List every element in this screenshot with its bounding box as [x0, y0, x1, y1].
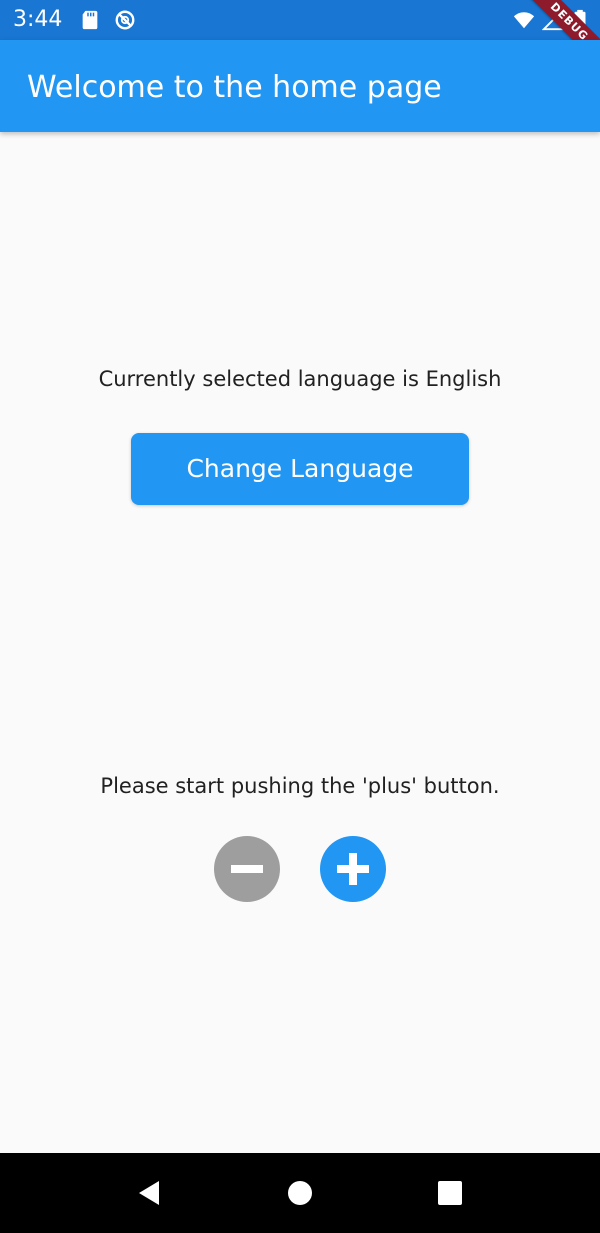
- wifi-icon: [513, 9, 535, 31]
- no-sync-icon: [114, 9, 136, 31]
- minus-icon: [231, 865, 263, 873]
- decrement-button[interactable]: [214, 836, 280, 902]
- change-language-button[interactable]: Change Language: [131, 433, 469, 505]
- recents-button[interactable]: [432, 1175, 468, 1211]
- recents-icon: [438, 1181, 462, 1205]
- status-time: 3:44: [13, 7, 63, 32]
- plus-icon: [337, 853, 369, 885]
- increment-button[interactable]: [320, 836, 386, 902]
- status-bar: 3:44 DEBUG: [0, 0, 600, 40]
- page-title: Welcome to the home page: [27, 70, 442, 105]
- sd-card-icon: [79, 9, 101, 31]
- navigation-bar: [0, 1153, 600, 1233]
- counter-label: Please start pushing the 'plus' button.: [100, 774, 500, 798]
- back-icon: [139, 1181, 159, 1205]
- app-bar: Welcome to the home page: [0, 40, 600, 132]
- home-icon: [288, 1181, 312, 1205]
- back-button[interactable]: [131, 1175, 167, 1211]
- home-button[interactable]: [282, 1175, 318, 1211]
- language-status-label: Currently selected language is English: [98, 367, 502, 391]
